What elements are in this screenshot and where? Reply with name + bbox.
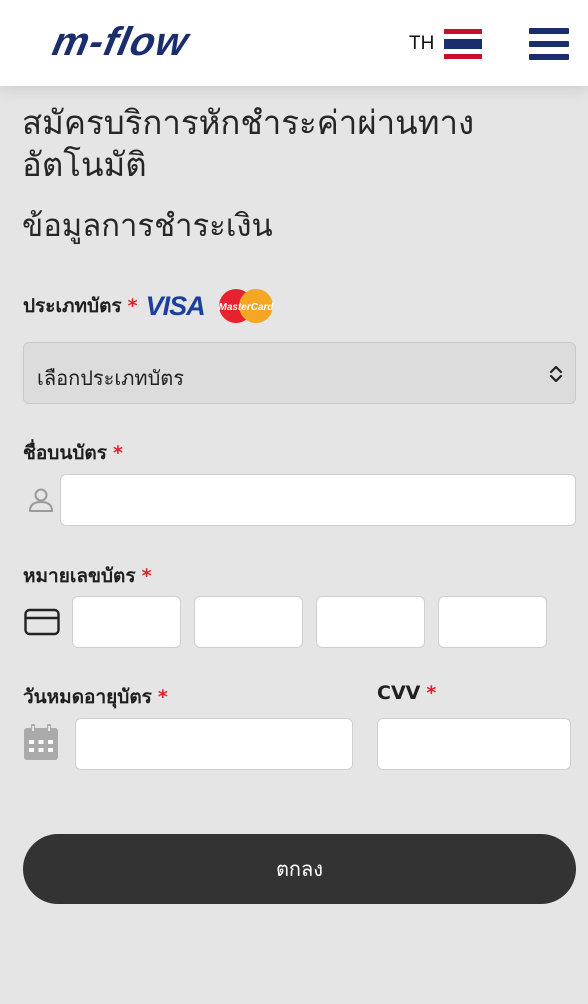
- card-name-label: ชื่อบนบัตร *: [23, 438, 123, 468]
- cvv-input[interactable]: [377, 718, 571, 770]
- language-switcher[interactable]: TH: [409, 29, 483, 59]
- thailand-flag-icon: [444, 29, 483, 59]
- mastercard-logo-text: MasterCard: [218, 302, 274, 313]
- card-type-selected-value: เลือกประเภทบัตร: [37, 366, 185, 390]
- cvv-label-text: CVV: [377, 682, 421, 704]
- hamburger-menu-icon[interactable]: [529, 28, 569, 60]
- expiry-input[interactable]: [75, 718, 353, 770]
- card-type-select[interactable]: เลือกประเภทบัตร: [23, 342, 576, 404]
- user-icon: [29, 488, 53, 512]
- card-number-label: หมายเลขบัตร *: [23, 561, 152, 591]
- credit-card-icon: [24, 608, 60, 636]
- expiry-label: วันหมดอายุบัตร *: [23, 682, 168, 712]
- required-mark: *: [112, 442, 123, 464]
- card-number-group-4[interactable]: [438, 596, 547, 648]
- mflow-logo-graphic: m-flow: [45, 18, 198, 63]
- card-type-label-text: ประเภทบัตร: [23, 295, 122, 317]
- card-type-label: ประเภทบัตร * VISA MasterCard: [23, 288, 275, 324]
- page-title: สมัครบริการหักชำระค่าผ่านทางอัตโนมัติ: [22, 103, 475, 184]
- hamburger-bar: [529, 28, 569, 34]
- hamburger-bar: [529, 54, 569, 60]
- card-number-label-text: หมายเลขบัตร: [23, 565, 136, 587]
- cvv-label: CVV *: [377, 682, 436, 704]
- section-title: ข้อมูลการชำระเงิน: [22, 208, 273, 244]
- mastercard-logo: MasterCard: [218, 289, 274, 323]
- required-mark: *: [141, 565, 152, 587]
- app-header: m-flow TH: [0, 0, 588, 86]
- card-number-group-1[interactable]: [72, 596, 181, 648]
- submit-button[interactable]: ตกลง: [23, 834, 576, 904]
- card-name-label-text: ชื่อบนบัตร: [23, 442, 107, 464]
- calendar-icon: [24, 724, 58, 760]
- card-name-input[interactable]: [60, 474, 576, 526]
- required-mark: *: [157, 686, 168, 708]
- mflow-logo-text: m-flow: [45, 22, 198, 62]
- hamburger-bar: [529, 41, 569, 47]
- chevron-up-down-icon: [549, 365, 563, 383]
- visa-logo: VISA: [145, 290, 206, 321]
- language-label: TH: [409, 33, 435, 54]
- required-mark: *: [127, 295, 138, 317]
- required-mark: *: [426, 682, 437, 704]
- expiry-label-text: วันหมดอายุบัตร: [23, 686, 152, 708]
- mflow-logo[interactable]: m-flow: [42, 18, 286, 66]
- card-number-group-3[interactable]: [316, 596, 425, 648]
- card-number-group-2[interactable]: [194, 596, 303, 648]
